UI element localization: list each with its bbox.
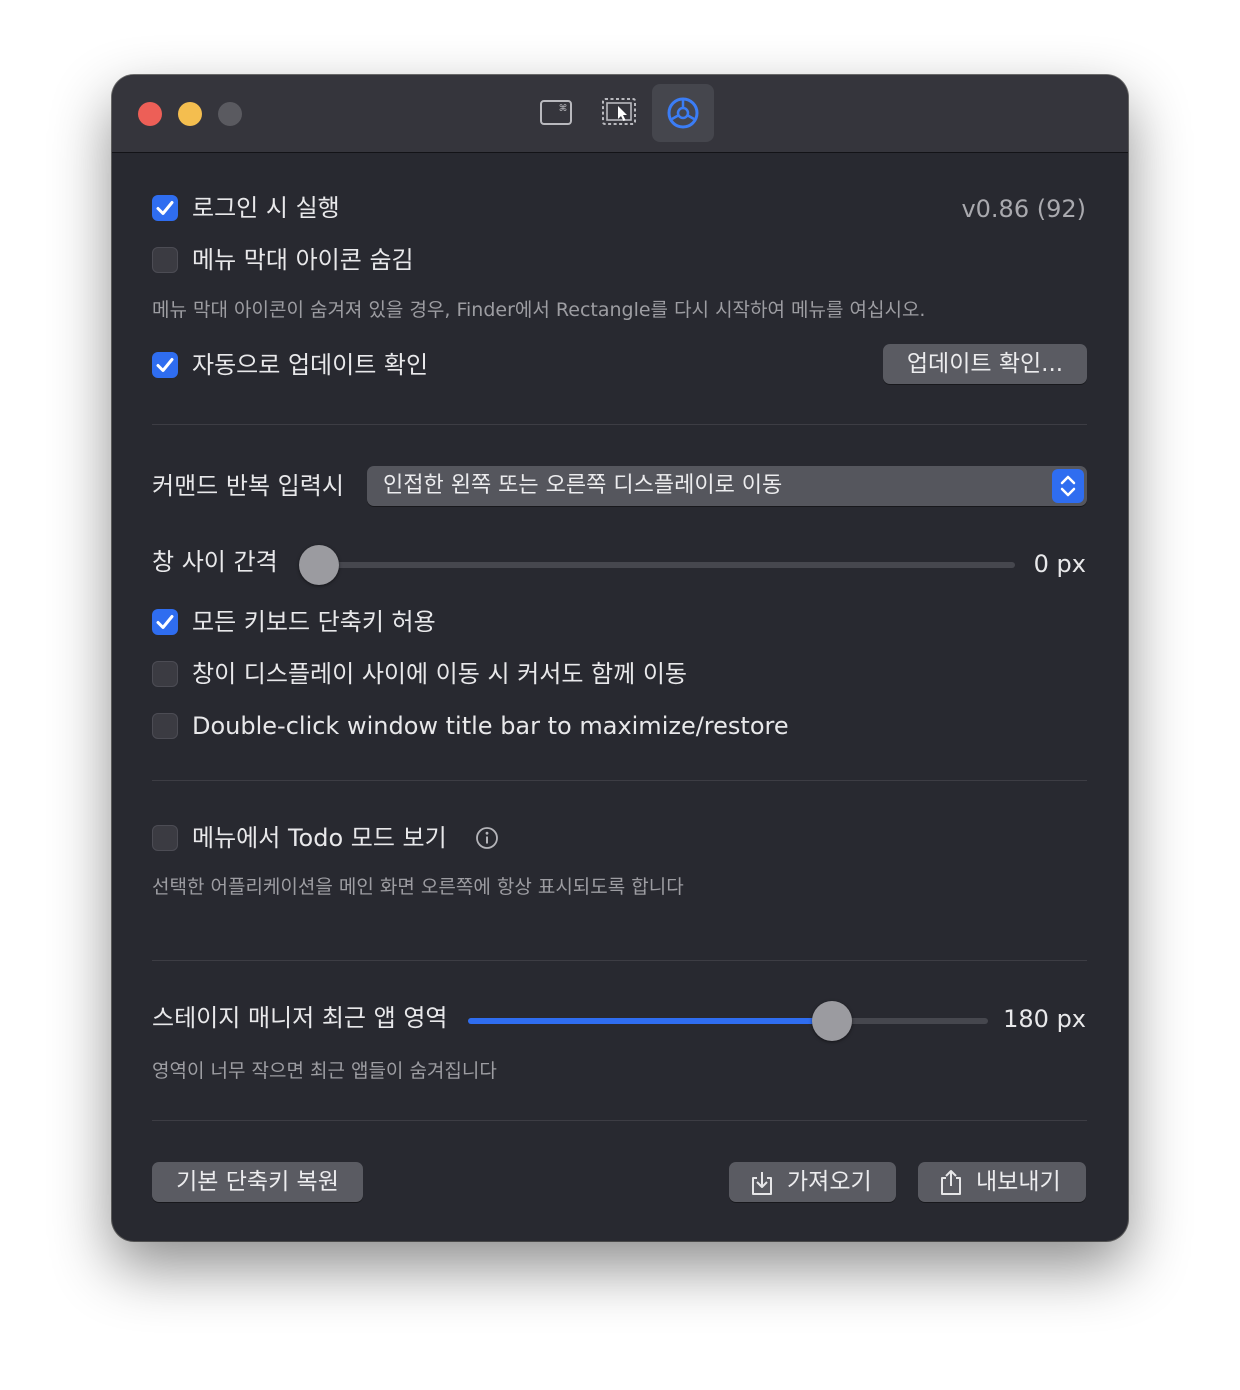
title-bar: ⌘ [112,75,1128,153]
checkmark-icon [156,615,174,629]
stage-manager-slider-knob[interactable] [812,1001,852,1041]
launch-on-login-label: 로그인 시 실행 [192,194,340,222]
window-gap-slider-knob[interactable] [299,545,339,585]
settings-window: ⌘ 로그인 시 실행 v0.86 (92) 메뉴 막대 아이콘 숨김 메뉴 막대… [112,75,1128,1241]
show-todo-checkbox[interactable] [152,825,178,851]
tab-general-settings[interactable] [652,84,714,142]
section-divider [152,960,1087,961]
hide-menu-icon-label: 메뉴 막대 아이콘 숨김 [192,246,414,274]
stage-manager-value: 180 px [1003,1005,1086,1033]
import-icon [752,1172,772,1195]
zoom-window-button[interactable] [218,102,242,126]
restore-default-shortcuts-button[interactable]: 기본 단축키 복원 [152,1162,363,1202]
hide-menu-icon-checkbox[interactable] [152,247,178,273]
double-click-title-checkbox[interactable] [152,713,178,739]
tab-keyboard-shortcuts[interactable]: ⌘ [525,84,587,142]
todo-note: 선택한 어플리케이션을 메인 화면 오른쪽에 항상 표시되도록 합니다 [152,876,684,898]
hide-menu-icon-note: 메뉴 막대 아이콘이 숨겨져 있을 경우, Finder에서 Rectangle… [152,299,926,321]
settings-gear-icon [667,97,699,129]
repeat-command-label: 커맨드 반복 입력시 [152,472,344,500]
window-gap-slider-track[interactable] [300,562,1015,568]
import-button[interactable]: 가져오기 [729,1162,896,1202]
section-divider [152,780,1087,781]
stage-manager-note: 영역이 너무 작으면 최근 앱들이 숨겨집니다 [152,1060,497,1082]
section-divider [152,424,1087,425]
auto-update-checkbox[interactable] [152,352,178,378]
stage-manager-label: 스테이지 매니저 최근 앱 영역 [152,1004,448,1032]
auto-update-label: 자동으로 업데이트 확인 [192,351,429,379]
select-arrows-icon [1052,469,1084,503]
allow-all-shortcuts-label: 모든 키보드 단축키 허용 [192,608,436,636]
snap-areas-icon [602,98,636,125]
stage-manager-slider-fill [468,1018,832,1024]
move-cursor-checkbox[interactable] [152,661,178,687]
version-label: v0.86 (92) [961,195,1086,223]
launch-on-login-checkbox[interactable] [152,195,178,221]
double-click-title-label: Double-click window title bar to maximiz… [192,712,789,740]
import-button-label: 가져오기 [787,1169,872,1195]
repeat-command-value: 인접한 왼쪽 또는 오른쪽 디스플레이로 이동 [383,473,783,498]
export-button[interactable]: 내보내기 [918,1162,1086,1202]
svg-text:⌘: ⌘ [559,104,568,114]
minimize-window-button[interactable] [178,102,202,126]
export-button-label: 내보내기 [976,1169,1061,1195]
move-cursor-label: 창이 디스플레이 사이에 이동 시 커서도 함께 이동 [192,660,688,688]
section-divider [152,1120,1087,1121]
keyboard-shortcuts-icon: ⌘ [540,100,572,125]
repeat-command-select[interactable]: 인접한 왼쪽 또는 오른쪽 디스플레이로 이동 [367,466,1087,506]
checkmark-icon [156,201,174,215]
show-todo-label: 메뉴에서 Todo 모드 보기 [192,824,447,852]
checkmark-icon [156,358,174,372]
info-icon[interactable] [475,826,499,850]
close-window-button[interactable] [138,102,162,126]
window-gap-label: 창 사이 간격 [152,548,278,576]
tab-snap-areas[interactable] [588,84,650,142]
window-gap-value: 0 px [1033,550,1086,578]
export-icon [941,1170,961,1195]
allow-all-shortcuts-checkbox[interactable] [152,609,178,635]
check-updates-button[interactable]: 업데이트 확인... [883,344,1087,384]
